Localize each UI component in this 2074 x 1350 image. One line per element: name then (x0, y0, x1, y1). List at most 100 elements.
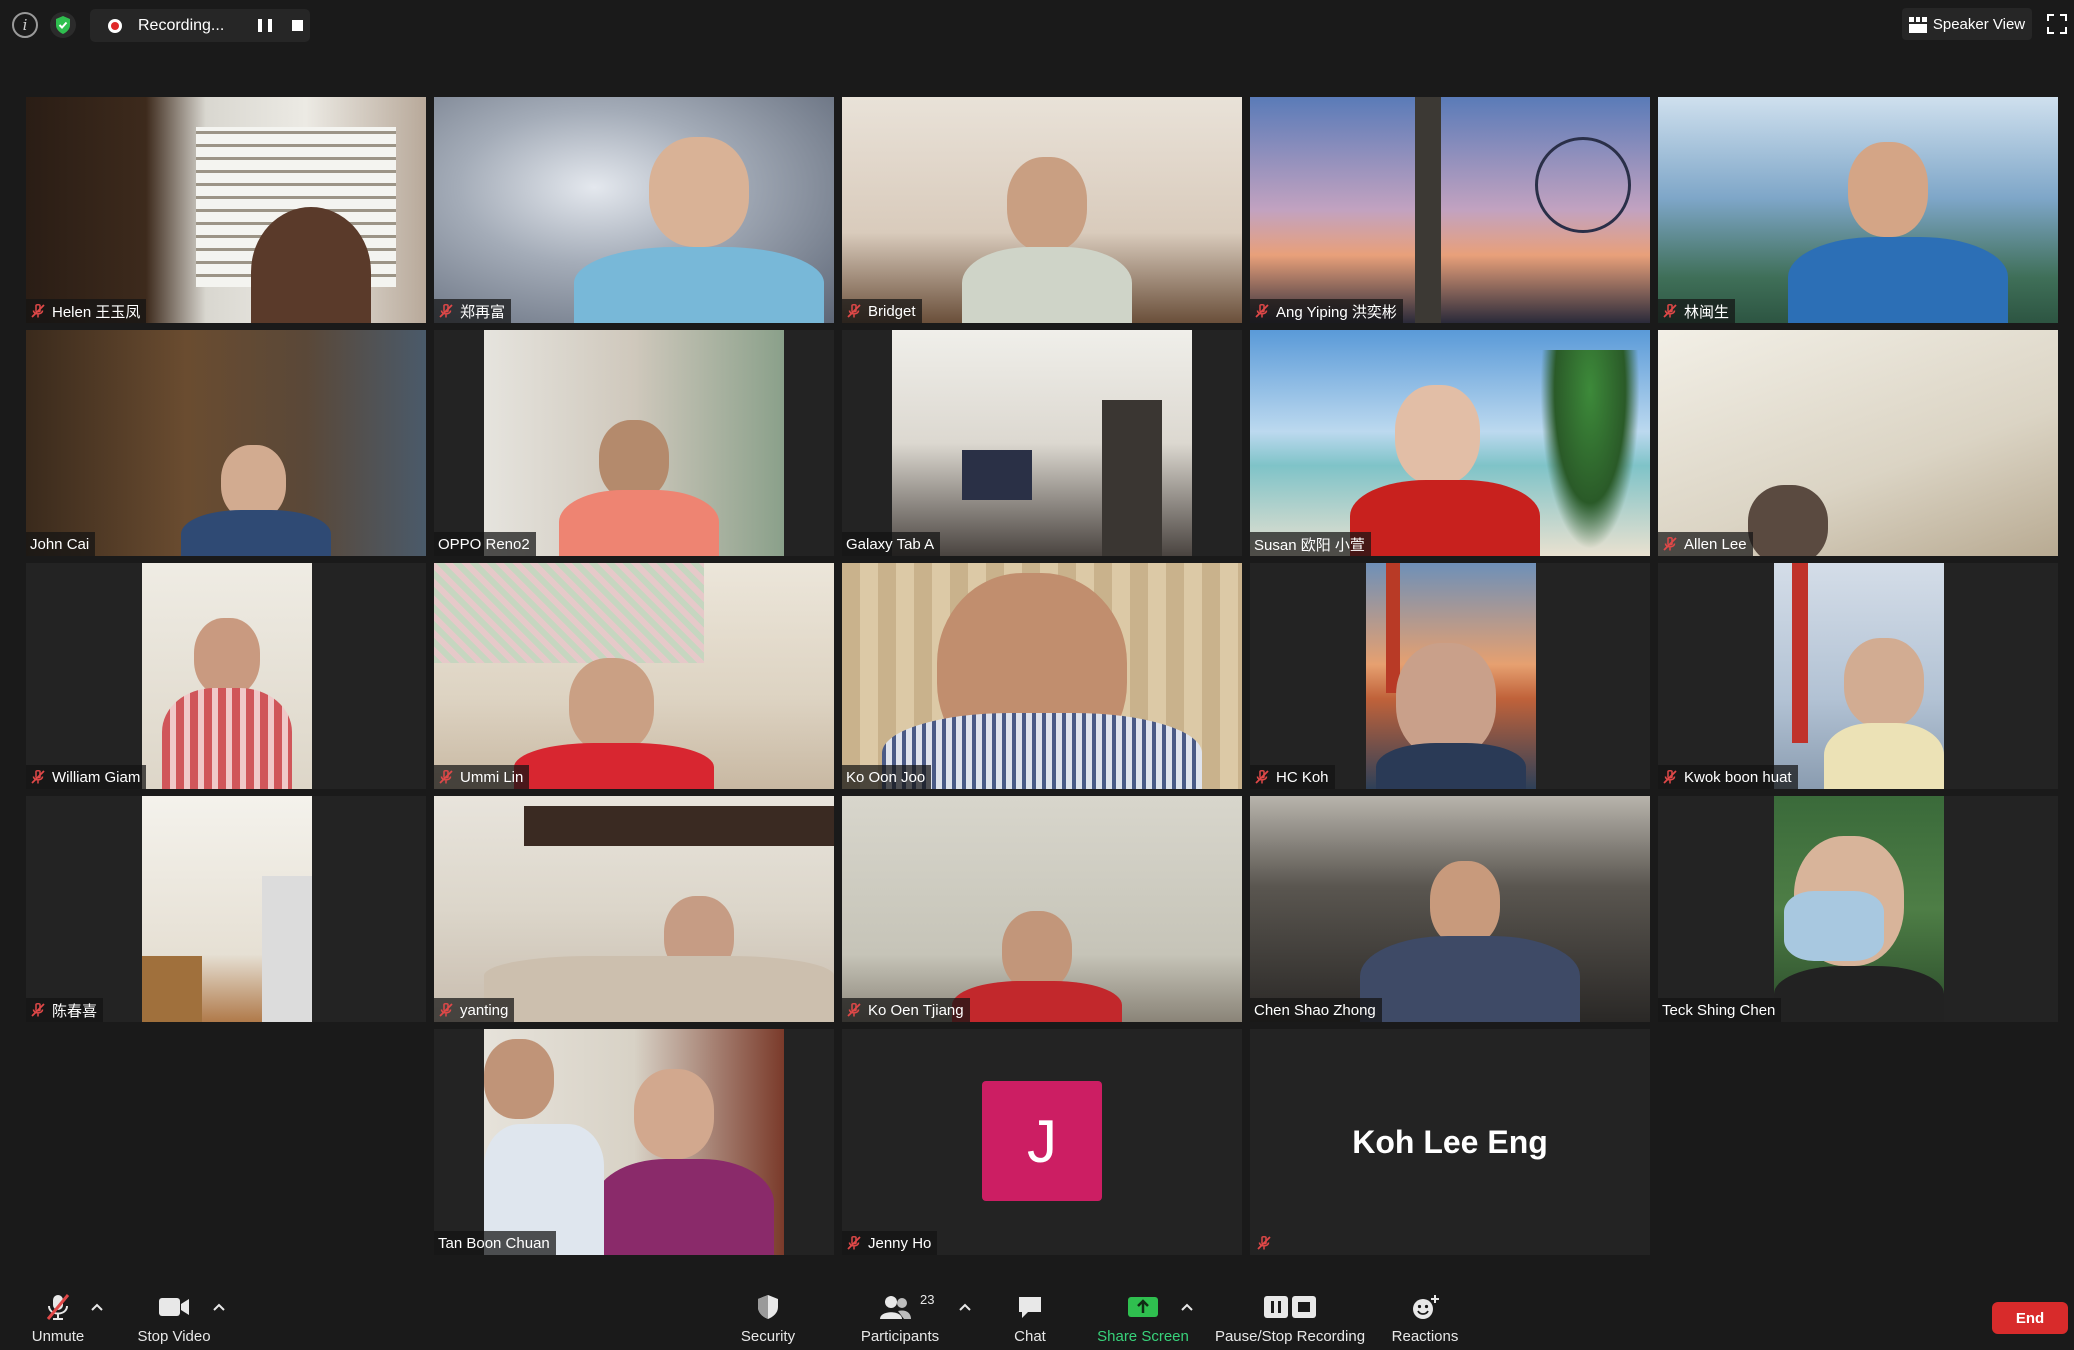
participant-tile[interactable]: Ang Yiping 洪奕彬 (1250, 97, 1650, 323)
participant-name-tag: Allen Lee (1658, 532, 1753, 556)
participant-video (26, 97, 426, 323)
participant-name-tag: Teck Shing Chen (1658, 998, 1782, 1022)
participants-icon: 23 (858, 1290, 942, 1324)
mic-muted-icon (1256, 1235, 1272, 1251)
mic-muted-icon (30, 769, 46, 785)
mic-muted-icon (30, 303, 46, 319)
share-screen-icon (1127, 1290, 1159, 1324)
participant-tile[interactable]: Allen Lee (1658, 330, 2058, 556)
participant-video (26, 330, 426, 556)
mic-muted-icon (1662, 536, 1678, 552)
participant-video (1774, 796, 1944, 1022)
participant-name-tag: Ummi Lin (434, 765, 530, 789)
mic-muted-icon (846, 1235, 862, 1251)
participant-tile[interactable]: Bridget (842, 97, 1242, 323)
participant-tile[interactable]: HC Koh (1250, 563, 1650, 789)
participant-tile[interactable]: J Jenny Ho (842, 1029, 1242, 1255)
participant-avatar: J (982, 1081, 1102, 1201)
participant-name-tag: Tan Boon Chuan (434, 1231, 556, 1255)
participant-video (842, 796, 1242, 1022)
participant-tile[interactable]: Ko Oen Tjiang (842, 796, 1242, 1022)
participant-tile[interactable]: Helen 王玉凤 (26, 97, 426, 323)
pause-stop-recording-icon (1260, 1290, 1320, 1324)
participant-video (142, 563, 312, 789)
mic-muted-icon (43, 1290, 73, 1324)
participant-display-name: Koh Lee Eng (1352, 1123, 1548, 1160)
participant-name-tag: Susan 欧阳 小萱 (1250, 532, 1371, 556)
participant-video (1658, 97, 2058, 323)
reactions-button[interactable]: Reactions (1390, 1290, 1460, 1350)
participant-video (1774, 563, 1944, 789)
participant-name-tag: Kwok boon huat (1658, 765, 1798, 789)
mic-muted-icon (438, 303, 454, 319)
participant-video (484, 1029, 784, 1255)
share-screen-button[interactable]: Share Screen (1096, 1290, 1190, 1350)
mic-muted-icon (1662, 769, 1678, 785)
mic-muted-icon (846, 303, 862, 319)
participant-tile[interactable]: Susan 欧阳 小萱 (1250, 330, 1650, 556)
participant-tile[interactable]: Teck Shing Chen (1658, 796, 2058, 1022)
participant-video (892, 330, 1192, 556)
participant-name-tag: Ko Oen Tjiang (842, 998, 970, 1022)
participant-tile[interactable]: OPPO Reno2 (434, 330, 834, 556)
active-speaker-tile[interactable]: Ko Oon Joo (842, 563, 1242, 789)
participant-name-tag: Chen Shao Zhong (1250, 998, 1382, 1022)
participants-count: 23 (920, 1292, 935, 1307)
participant-name-tag: Galaxy Tab A (842, 532, 941, 556)
participant-video (842, 563, 1242, 789)
participant-video (1250, 330, 1650, 556)
participant-name-tag: HC Koh (1250, 765, 1335, 789)
video-camera-icon (158, 1290, 190, 1324)
participant-name-tag: OPPO Reno2 (434, 532, 536, 556)
chevron-up-icon[interactable] (958, 1302, 972, 1312)
participant-name-tag: yanting (434, 998, 515, 1022)
mic-muted-icon (1254, 769, 1270, 785)
participant-tile[interactable]: yanting (434, 796, 834, 1022)
participant-name-tag: John Cai (26, 532, 96, 556)
participant-video (434, 563, 834, 789)
participant-video (484, 330, 784, 556)
participant-tile[interactable]: 陈春喜 (26, 796, 426, 1022)
participant-tile[interactable]: Ummi Lin (434, 563, 834, 789)
participant-tile[interactable]: William Giam (26, 563, 426, 789)
participant-name-tag: Ko Oon Joo (842, 765, 932, 789)
participant-tile[interactable]: Galaxy Tab A (842, 330, 1242, 556)
participants-button[interactable]: 23 Participants (858, 1290, 942, 1350)
participant-video (842, 97, 1242, 323)
participant-name-tag: William Giam (26, 765, 147, 789)
security-button[interactable]: Security (738, 1290, 798, 1350)
mic-muted-icon (438, 769, 454, 785)
participant-video (142, 796, 312, 1022)
participant-tile[interactable]: 郑再富 (434, 97, 834, 323)
participant-tile[interactable]: Koh Lee Eng (1250, 1029, 1650, 1255)
participant-tile[interactable]: Kwok boon huat (1658, 563, 2058, 789)
participant-name-tag: Bridget (842, 299, 922, 323)
participant-tile[interactable]: Chen Shao Zhong (1250, 796, 1650, 1022)
participant-tile[interactable]: John Cai (26, 330, 426, 556)
participant-tile[interactable]: 林闽生 (1658, 97, 2058, 323)
participant-name-tag: Helen 王玉凤 (26, 299, 147, 323)
participant-video (1250, 97, 1650, 323)
participant-name-tag: Ang Yiping 洪奕彬 (1250, 299, 1403, 323)
participant-name-tag: 郑再富 (434, 299, 512, 323)
security-shield-icon (755, 1290, 781, 1324)
video-gallery: Helen 王玉凤 郑再富 Bridget Ang Yiping 洪奕彬 林闽生 (0, 0, 2074, 1270)
mic-muted-icon (1662, 303, 1678, 319)
chevron-up-icon[interactable] (212, 1302, 226, 1312)
chat-button[interactable]: Chat (1010, 1290, 1050, 1350)
pause-stop-recording-button[interactable]: Pause/Stop Recording (1210, 1290, 1370, 1350)
chevron-up-icon[interactable] (1180, 1302, 1194, 1312)
participant-video (434, 796, 834, 1022)
participant-video (434, 97, 834, 323)
mic-muted-icon (438, 1002, 454, 1018)
end-meeting-button[interactable]: End (1992, 1302, 2068, 1334)
mic-muted-icon (1254, 303, 1270, 319)
participant-tile[interactable]: Tan Boon Chuan (434, 1029, 834, 1255)
stop-video-button[interactable]: Stop Video (134, 1290, 214, 1350)
participant-video (1366, 563, 1536, 789)
participant-name-tag: Jenny Ho (842, 1231, 938, 1255)
unmute-button[interactable]: Unmute (28, 1290, 88, 1350)
participant-video (1658, 330, 2058, 556)
participant-video (1250, 796, 1650, 1022)
chevron-up-icon[interactable] (90, 1302, 104, 1312)
